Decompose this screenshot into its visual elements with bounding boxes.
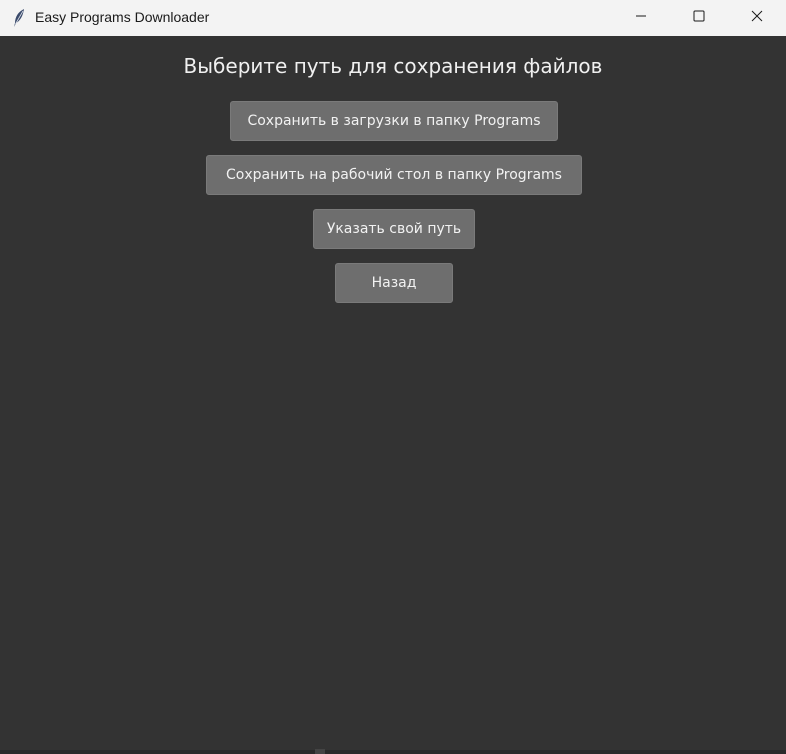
minimize-button[interactable] <box>612 0 670 36</box>
save-to-desktop-button[interactable]: Сохранить на рабочий стол в папку Progra… <box>206 155 582 195</box>
feather-icon <box>12 8 26 28</box>
title-bar[interactable]: Easy Programs Downloader <box>0 0 786 36</box>
close-icon <box>751 9 763 27</box>
maximize-icon <box>693 9 705 27</box>
minimize-icon <box>635 9 647 27</box>
app-window: Easy Programs Downloader Выберите путь д… <box>0 0 786 754</box>
save-to-downloads-button[interactable]: Сохранить в загрузки в папку Programs <box>230 101 558 141</box>
window-title: Easy Programs Downloader <box>35 9 210 25</box>
back-button[interactable]: Назад <box>335 263 453 303</box>
resize-handle[interactable] <box>315 749 325 754</box>
page-title: Выберите путь для сохранения файлов <box>183 54 603 78</box>
close-button[interactable] <box>728 0 786 36</box>
maximize-button[interactable] <box>670 0 728 36</box>
window-bottom-edge <box>0 750 786 754</box>
custom-path-button[interactable]: Указать свой путь <box>313 209 475 249</box>
main-content: Выберите путь для сохранения файлов Сохр… <box>0 36 786 754</box>
